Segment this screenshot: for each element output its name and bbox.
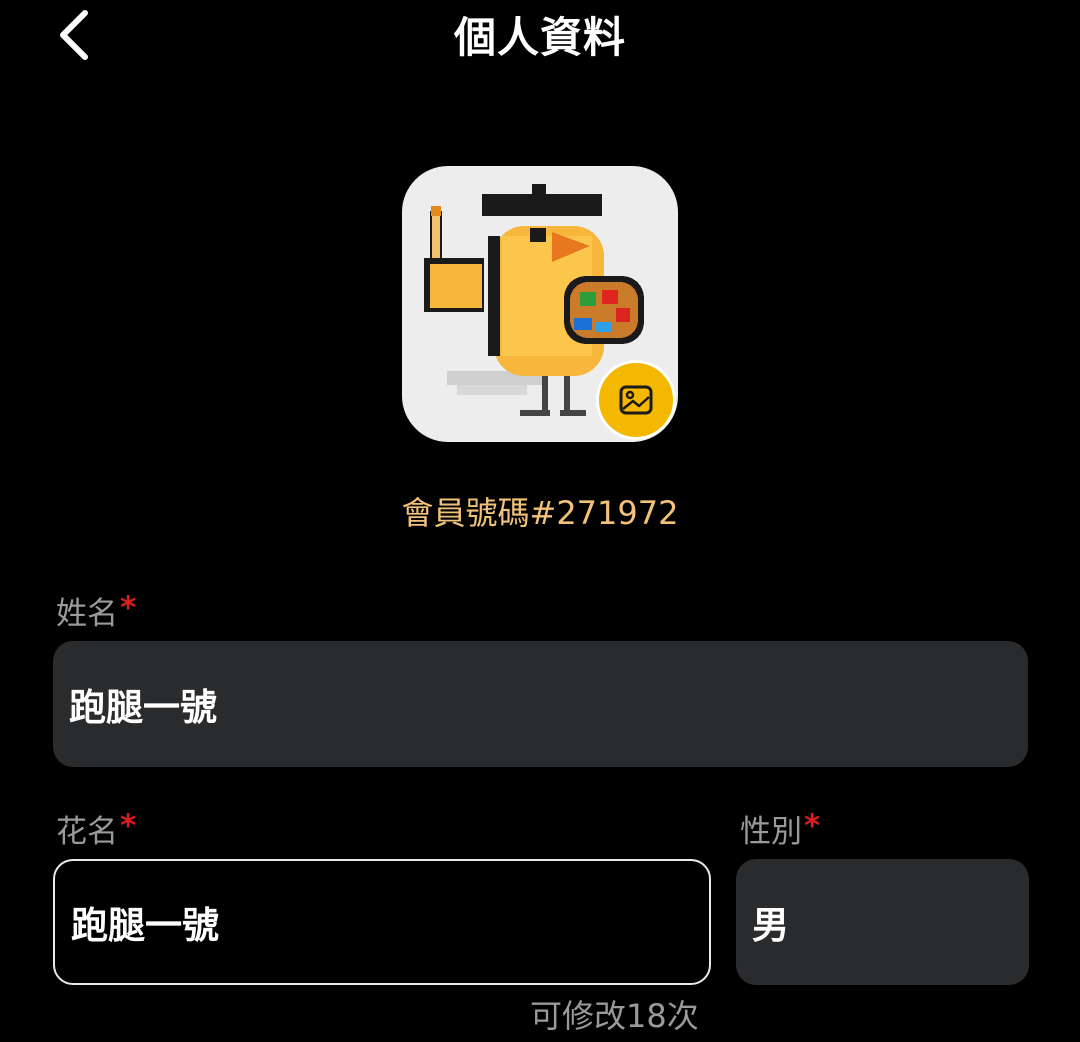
nickname-label: 花名* (56, 808, 137, 854)
nickname-field[interactable]: 跑腿一號 (53, 859, 711, 985)
name-field-value: 跑腿一號 (69, 686, 217, 729)
required-mark: * (120, 590, 137, 626)
page-title: 個人資料 (453, 13, 626, 62)
required-mark: * (804, 808, 821, 844)
required-mark: * (120, 808, 137, 844)
nickname-edit-count: 可修改18次 (530, 997, 699, 1035)
member-id: 會員號碼#271972 (401, 494, 679, 532)
change-avatar-button[interactable] (596, 360, 676, 440)
name-label-text: 姓名 (56, 596, 118, 632)
nickname-field-value: 跑腿一號 (71, 904, 219, 947)
gender-label: 性別* (740, 808, 821, 854)
avatar-container (402, 166, 678, 442)
gender-select[interactable]: 男 (736, 859, 1029, 985)
name-label: 姓名* (56, 590, 137, 636)
gender-select-value: 男 (752, 904, 789, 947)
name-field[interactable]: 跑腿一號 (53, 641, 1028, 767)
gender-label-text: 性別 (740, 814, 802, 850)
nickname-label-text: 花名 (56, 814, 118, 850)
image-icon (619, 385, 653, 415)
